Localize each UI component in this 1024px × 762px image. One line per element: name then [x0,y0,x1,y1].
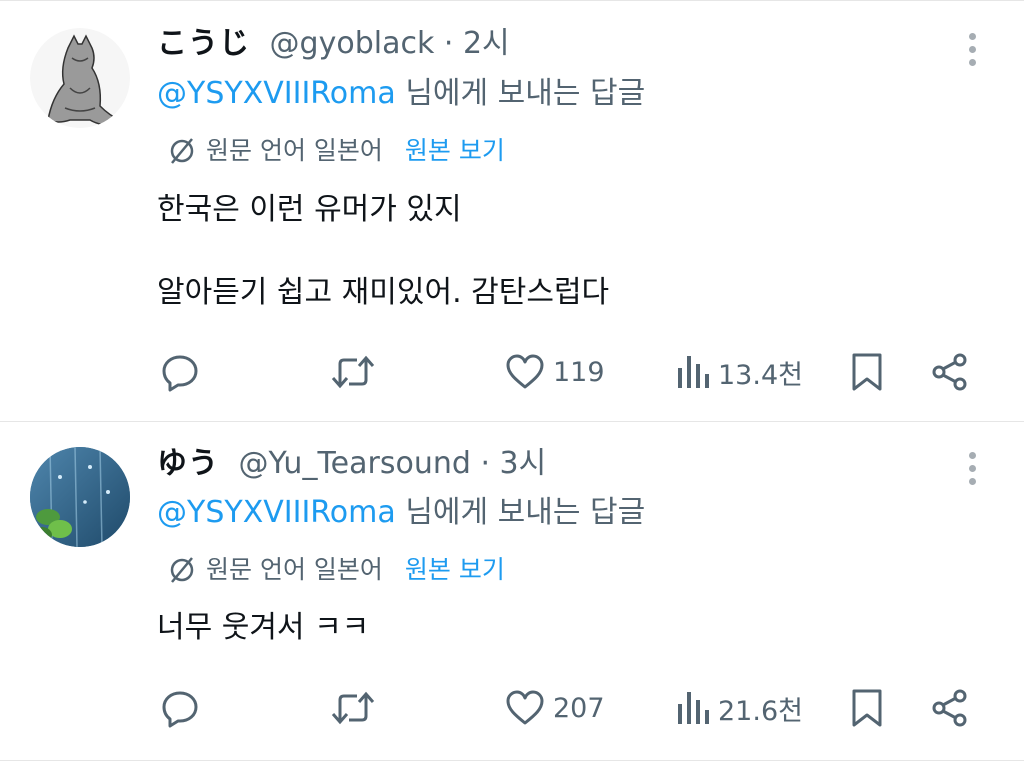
tweet[interactable]: ゆう @Yu_Tearsound · 3시 @YSYXVIIIRoma 님에게 … [0,422,1024,762]
views-button[interactable]: 13.4천 [676,348,803,396]
display-name[interactable]: ゆう [157,446,219,481]
reply-to-line: @YSYXVIIIRoma 님에게 보내는 답글 [157,493,645,533]
view-count: 13.4천 [718,359,803,391]
reply-suffix: 님에게 보내는 답글 [395,495,646,530]
share-icon [932,689,967,727]
view-count: 21.6천 [718,695,803,727]
separator-dot: · [480,446,490,481]
show-original-link[interactable]: 원본 보기 [405,553,505,587]
like-icon [506,690,544,725]
translation-bar: 원문 언어 일본어 원본 보기 [168,134,505,168]
tweet-text-line: 한국은 이런 유머가 있지 [157,192,462,227]
translate-icon [170,138,194,164]
share-button[interactable] [930,348,970,396]
translate-label: 원문 언어 일본어 [206,555,383,584]
reply-suffix: 님에게 보내는 답글 [395,76,646,111]
like-button[interactable]: 119 [505,348,605,396]
bookmark-button[interactable] [850,348,884,396]
bookmark-icon [852,353,882,391]
tweet-header: こうじ @gyoblack · 2시 [157,24,510,64]
reply-icon [162,691,198,728]
bookmark-icon [852,689,882,727]
like-icon [506,354,544,389]
avatar[interactable] [30,28,130,128]
like-count: 119 [553,356,605,388]
more-icon[interactable] [958,30,988,70]
reply-mention-link[interactable]: @YSYXVIIIRoma [157,76,396,111]
user-handle[interactable]: @gyoblack [270,26,435,61]
tweet-header: ゆう @Yu_Tearsound · 3시 [157,444,546,484]
retweet-icon [331,691,375,725]
retweet-button[interactable] [331,348,375,396]
action-bar: 207 21.6천 [0,684,1024,732]
timestamp[interactable]: 2시 [463,26,510,61]
views-icon [678,692,709,724]
like-button[interactable]: 207 [505,684,605,732]
separator-dot: · [443,26,454,61]
bookmark-button[interactable] [850,684,884,732]
tweet[interactable]: こうじ @gyoblack · 2시 @YSYXVIIIRoma 님에게 보내는… [0,0,1024,420]
avatar[interactable] [30,447,130,547]
like-count: 207 [553,692,605,724]
reply-button[interactable] [160,348,200,396]
tweet-text-line: 너무 웃겨서 ㅋㅋ [157,610,370,645]
more-icon[interactable] [958,449,988,489]
action-bar: 119 13.4천 [0,348,1024,396]
tweet-text-line: 알아듣기 쉽고 재미있어. 감탄스럽다 [157,275,610,310]
reply-mention-link[interactable]: @YSYXVIIIRoma [157,495,396,530]
translate-icon [170,557,194,583]
reply-button[interactable] [160,684,200,732]
translate-label: 원문 언어 일본어 [206,136,383,165]
user-handle[interactable]: @Yu_Tearsound [239,446,471,481]
bottom-divider [0,760,1024,761]
reply-icon [162,355,198,392]
translation-bar: 원문 언어 일본어 원본 보기 [168,553,505,587]
display-name[interactable]: こうじ [157,26,250,61]
share-icon [932,353,967,391]
reply-to-line: @YSYXVIIIRoma 님에게 보내는 답글 [157,74,645,114]
timestamp[interactable]: 3시 [500,446,547,481]
show-original-link[interactable]: 원본 보기 [405,134,505,168]
retweet-button[interactable] [331,684,375,732]
views-button[interactable]: 21.6천 [676,684,803,732]
retweet-icon [331,355,375,389]
share-button[interactable] [930,684,970,732]
views-icon [678,356,709,388]
